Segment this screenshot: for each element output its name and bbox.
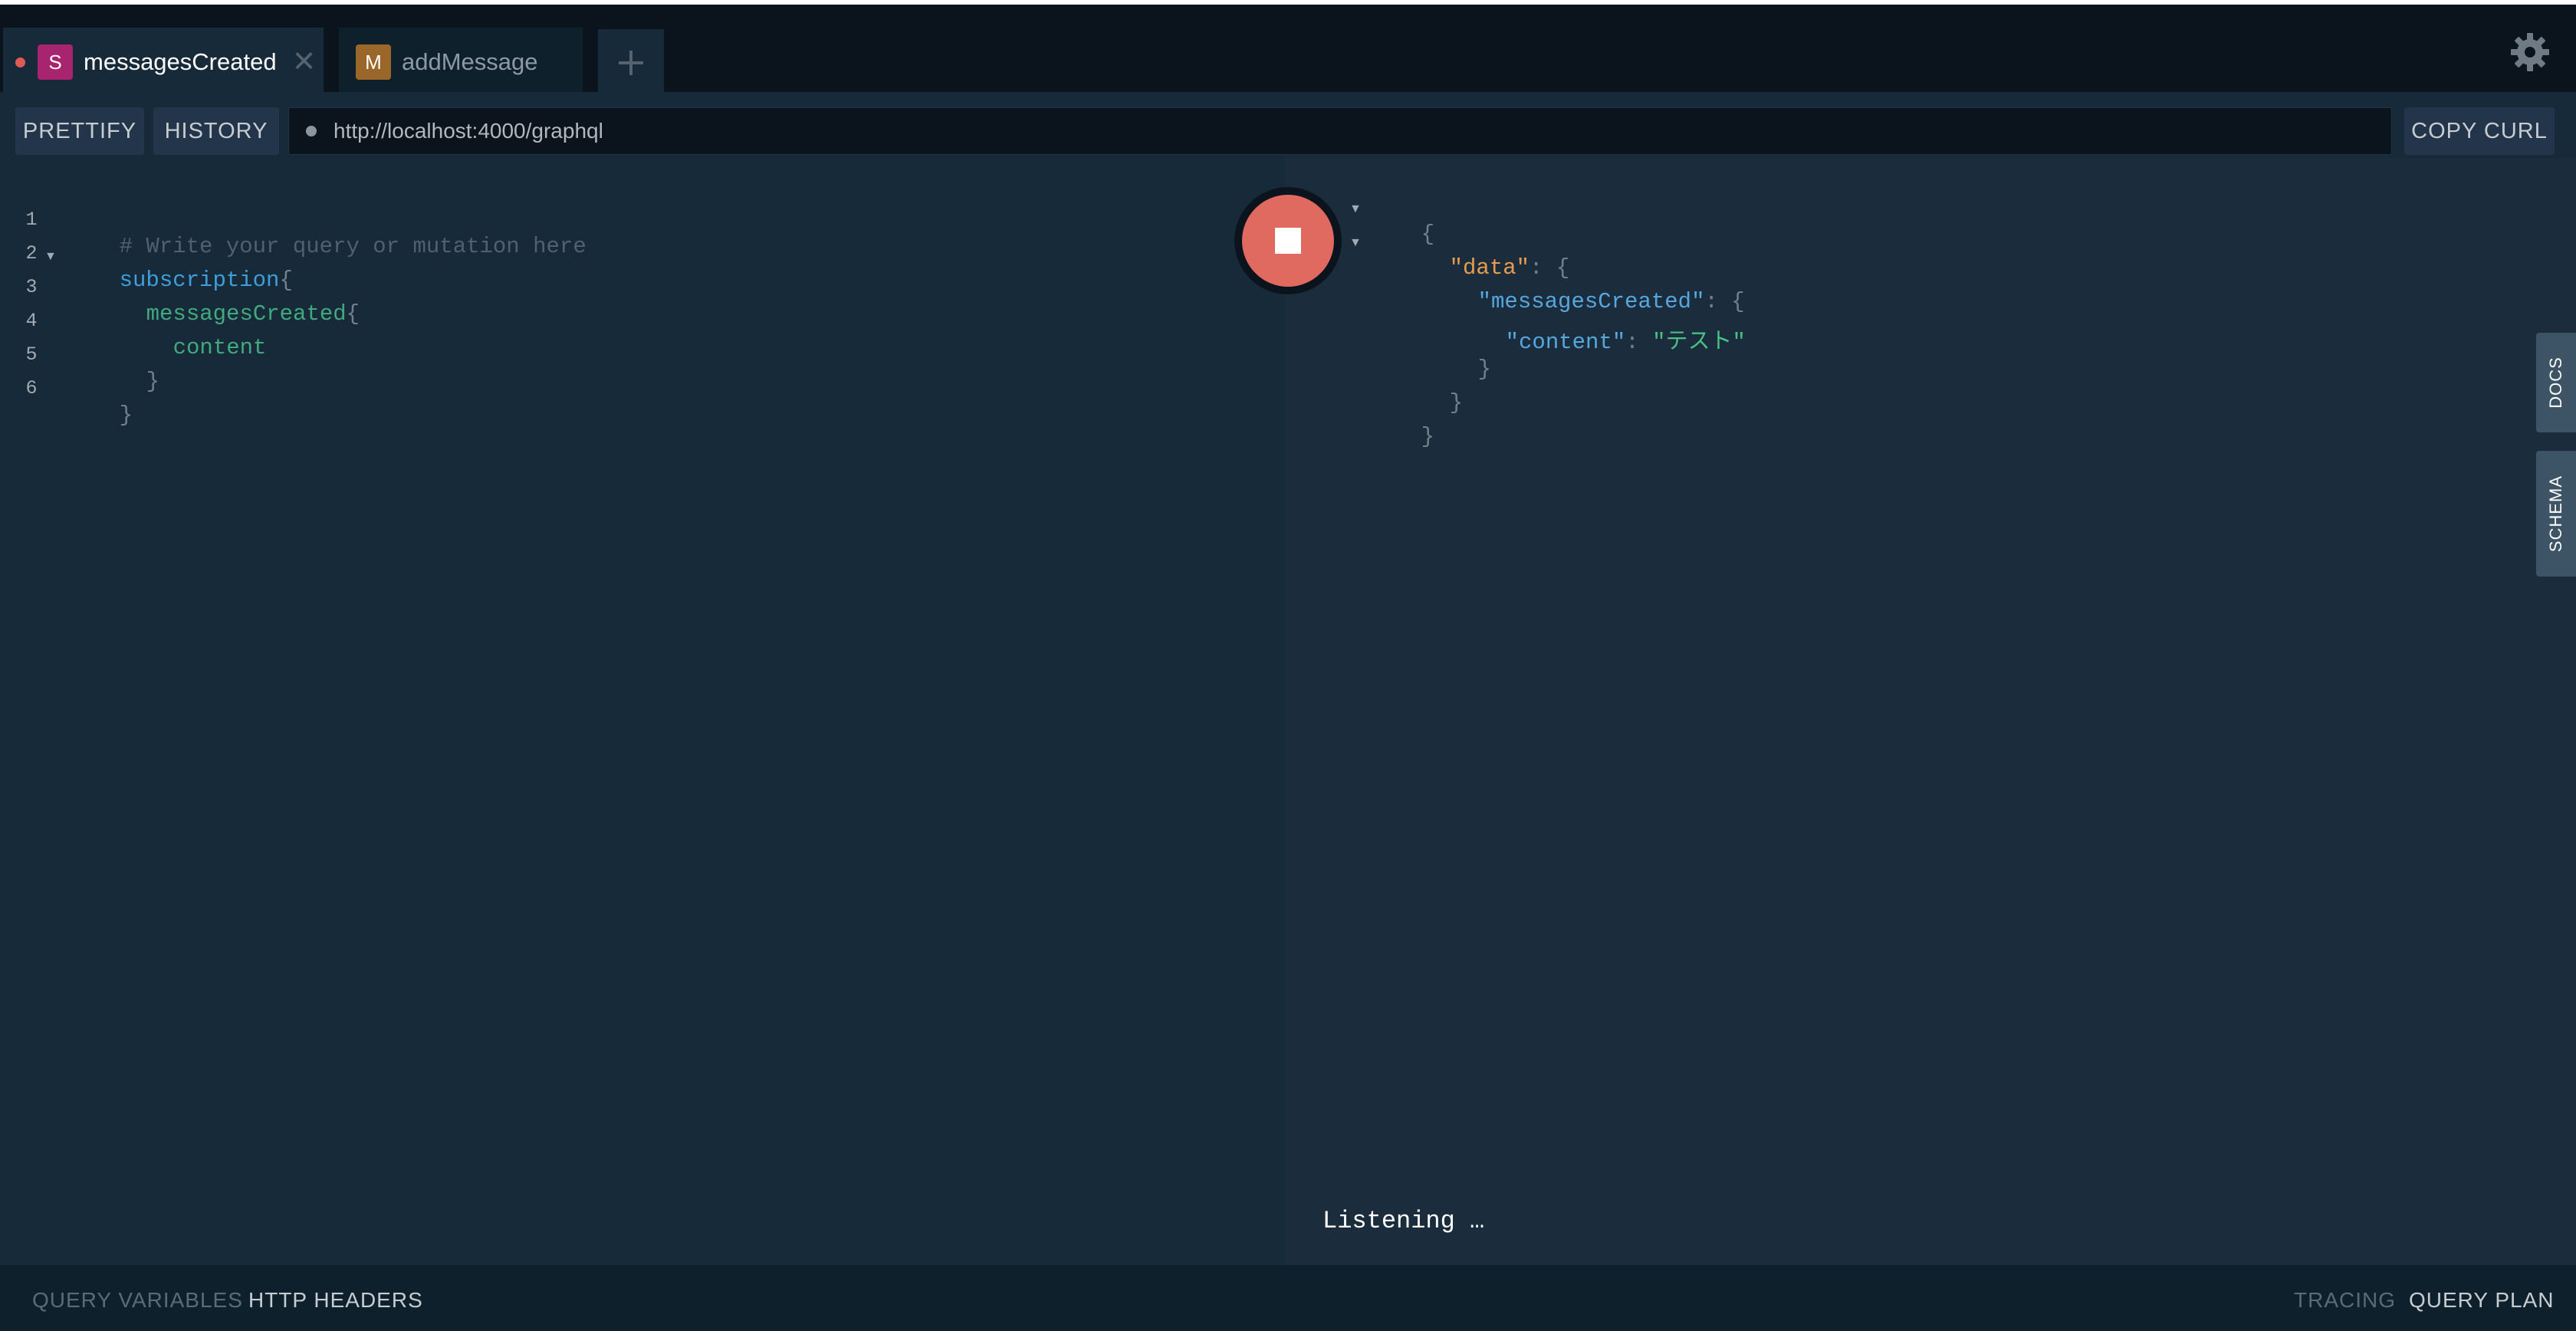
line-number: 1	[25, 209, 38, 231]
schema-side-tab[interactable]: SCHEMA	[2536, 451, 2576, 577]
tab-bar: S messagesCreated ✕ M addMessage	[0, 5, 2576, 97]
stop-subscription-button[interactable]	[1234, 187, 1342, 294]
tracing-tab[interactable]: TRACING	[2294, 1288, 2396, 1313]
line-number: 4	[25, 310, 38, 332]
tab-label: messagesCreated	[84, 48, 277, 75]
json-line: "content": "テスト"	[1452, 297, 1746, 380]
copy-curl-button[interactable]: COPY CURL	[2404, 107, 2555, 155]
tab-label: addMessage	[402, 48, 538, 75]
code-field: content	[172, 335, 267, 360]
line-number: 3	[25, 276, 38, 298]
schema-label: SCHEMA	[2546, 475, 2565, 553]
http-headers-tab[interactable]: HTTP HEADERS	[248, 1288, 423, 1313]
json-brace: }	[1449, 390, 1464, 416]
code-punctuation: }	[146, 369, 160, 394]
endpoint-url-text: http://localhost:4000/graphql	[334, 119, 603, 143]
json-colon: :	[1625, 330, 1653, 355]
fold-arrow-icon[interactable]: ▼	[44, 250, 57, 264]
close-tab-icon[interactable]: ✕	[292, 48, 317, 77]
fold-arrow-icon[interactable]: ▼	[1349, 202, 1362, 216]
fold-arrow-icon[interactable]: ▼	[1349, 236, 1362, 250]
bottom-panel-bar: QUERY VARIABLES HTTP HEADERS TRACING QUE…	[0, 1265, 2576, 1331]
tab-messages-created[interactable]: S messagesCreated ✕	[3, 28, 324, 97]
code-punctuation: }	[119, 403, 133, 428]
result-viewer[interactable]: ▼ { ▼ "data": { "messagesCreated": { "co…	[1285, 158, 2576, 1265]
docs-label: DOCS	[2546, 357, 2565, 409]
gear-icon[interactable]	[2507, 29, 2553, 75]
json-brace: }	[1477, 357, 1492, 382]
line-number: 2	[25, 242, 38, 265]
plus-icon	[619, 51, 643, 75]
json-string-value: "テスト"	[1652, 330, 1746, 355]
line-number: 6	[25, 377, 38, 399]
query-editor[interactable]: 1 2 3 4 5 6 ▼ # Write your query or muta…	[0, 170, 1285, 1265]
stop-icon	[1275, 228, 1301, 254]
query-plan-tab[interactable]: QUERY PLAN	[2409, 1288, 2554, 1313]
json-key: "content"	[1505, 330, 1626, 355]
code-punctuation: {	[346, 301, 360, 327]
mutation-badge: M	[356, 44, 391, 80]
docs-side-tab[interactable]: DOCS	[2536, 333, 2576, 432]
subscription-status-text: Listening …	[1322, 1207, 1485, 1235]
history-button[interactable]: HISTORY	[153, 107, 279, 155]
new-tab-button[interactable]	[598, 29, 664, 97]
json-brace: }	[1421, 424, 1435, 449]
line-number: 5	[25, 343, 38, 366]
connection-status-dot-icon	[306, 126, 317, 136]
query-variables-tab[interactable]: QUERY VARIABLES	[32, 1288, 243, 1313]
unsaved-dot-icon	[15, 57, 25, 67]
endpoint-url-input[interactable]: http://localhost:4000/graphql	[288, 107, 2392, 155]
prettify-button[interactable]: PRETTIFY	[15, 107, 144, 155]
tab-add-message[interactable]: M addMessage	[339, 28, 583, 97]
json-line: }	[1368, 399, 1434, 475]
subscription-badge: S	[38, 44, 73, 80]
code-line: }	[66, 377, 133, 453]
stop-button-face	[1242, 195, 1334, 287]
